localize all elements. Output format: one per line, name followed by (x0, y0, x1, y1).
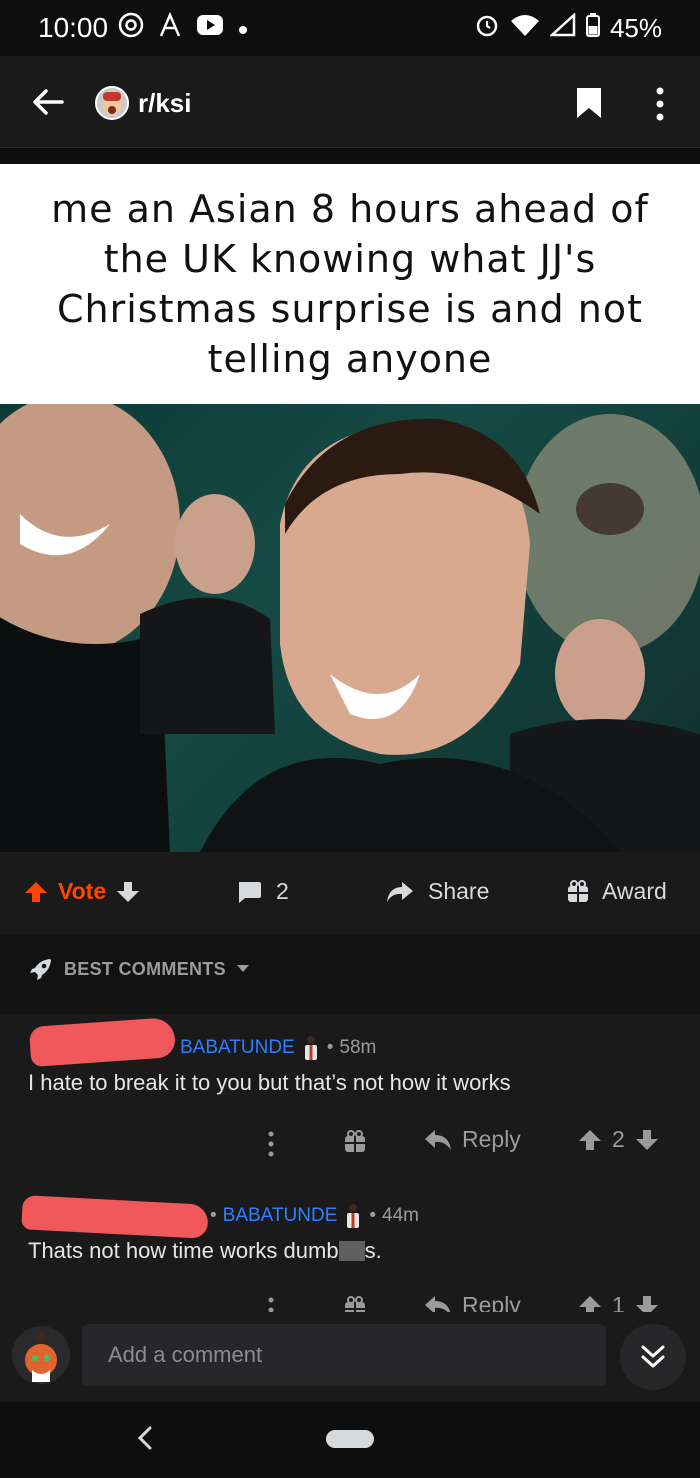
arrow-left-icon[interactable] (30, 84, 66, 120)
comment-vote: 2 (578, 1126, 659, 1153)
subreddit-name[interactable]: r/ksi (138, 88, 192, 119)
rocket-icon (30, 959, 51, 980)
comment: BABATUNDE • 58m I hate to break it to yo… (0, 1014, 700, 1172)
comment-sort-dropdown[interactable]: BEST COMMENTS (28, 956, 250, 982)
comments-button[interactable]: 2 (236, 878, 289, 905)
laughing-people-photo (0, 404, 700, 852)
gift-icon (568, 879, 588, 902)
redacted-username-scribble (21, 1195, 209, 1239)
meme-caption-box: me an Asian 8 hours ahead of the UK know… (0, 164, 700, 404)
jump-down-button[interactable] (620, 1324, 686, 1390)
meme-caption: me an Asian 8 hours ahead of the UK know… (51, 187, 649, 381)
comment-actions: Reply 2 (0, 1122, 700, 1162)
more-vertical-icon[interactable] (266, 1130, 276, 1158)
status-bar: 10:00 45% (0, 0, 700, 56)
redacted-username-scribble (28, 1016, 177, 1068)
nav-back-icon[interactable] (132, 1420, 156, 1456)
share-arrow-icon (387, 881, 413, 902)
reply-label: Reply (462, 1126, 521, 1152)
comment-bubble-icon (239, 881, 261, 903)
app-header: r/ksi (0, 56, 700, 148)
wifi-icon (510, 13, 540, 44)
vote-label: Vote (58, 878, 107, 904)
battery-icon (585, 13, 600, 44)
comment: • BABATUNDE • 44m Thats not how time wor… (0, 1182, 700, 1323)
battery-percent: 45% (609, 13, 662, 43)
comment-time: 44m (382, 1205, 420, 1226)
meta-separator: • (210, 1205, 217, 1226)
home-pill[interactable] (326, 1430, 374, 1448)
at-sign-icon (118, 12, 144, 44)
downvote-icon[interactable] (116, 880, 140, 904)
notification-icons (118, 11, 248, 44)
post-image[interactable]: me an Asian 8 hours ahead of the UK know… (0, 164, 700, 852)
subreddit-avatar[interactable] (95, 86, 129, 120)
meta-separator: • (369, 1205, 377, 1226)
user-flair[interactable]: BABATUNDE (180, 1037, 295, 1059)
sort-label: BEST COMMENTS (64, 958, 226, 979)
award-label: Award (602, 878, 667, 904)
comment-time: 58m (339, 1037, 377, 1058)
more-vertical-icon[interactable] (650, 86, 670, 122)
bookmark-icon[interactable] (574, 86, 604, 120)
upvote-icon[interactable] (578, 1128, 602, 1152)
comment-body: Thats not how time works dumb s. (28, 1238, 382, 1264)
reply-button[interactable]: Reply (424, 1126, 521, 1153)
comment-meta: • BABATUNDE • 44m (210, 1202, 419, 1230)
reply-arrow-icon (425, 1129, 451, 1150)
flair-emoji-icon (304, 1036, 317, 1060)
award-button[interactable]: Award (566, 878, 667, 905)
gift-icon[interactable] (344, 1130, 366, 1154)
comment-body-text-end: s. (364, 1238, 382, 1263)
android-nav-bar (0, 1402, 700, 1478)
system-icons: 45% (474, 12, 662, 45)
dot-icon (238, 15, 248, 41)
comment-body: I hate to break it to you but that’s not… (28, 1070, 511, 1095)
vote-group: Vote (24, 878, 140, 905)
upvote-icon[interactable] (24, 880, 48, 904)
youtube-icon (196, 14, 224, 42)
signal-icon (548, 12, 576, 44)
post-action-bar: Vote 2 Share Award (0, 852, 700, 934)
user-flair[interactable]: BABATUNDE (223, 1205, 338, 1227)
add-comment-input[interactable]: Add a comment (82, 1324, 606, 1386)
header-spacer (0, 148, 700, 164)
caret-down-icon (236, 965, 249, 972)
censor-block (338, 1241, 365, 1261)
user-avatar[interactable] (12, 1326, 70, 1384)
share-button[interactable]: Share (386, 878, 489, 905)
font-a-icon (158, 11, 182, 44)
flair-emoji-icon (347, 1204, 360, 1228)
comment-score: 2 (612, 1126, 625, 1152)
double-chevron-down-icon (641, 1345, 665, 1368)
alarm-icon (474, 12, 500, 45)
comment-composer: Add a comment (0, 1312, 700, 1402)
comment-body-text: Thats not how time works dumb (28, 1238, 339, 1263)
status-time: 10:00 (38, 12, 109, 43)
comment-count: 2 (276, 878, 289, 904)
downvote-icon[interactable] (635, 1128, 659, 1152)
meta-separator: • (326, 1037, 334, 1058)
share-label: Share (428, 878, 490, 904)
comment-meta: BABATUNDE • 58m (180, 1034, 376, 1062)
